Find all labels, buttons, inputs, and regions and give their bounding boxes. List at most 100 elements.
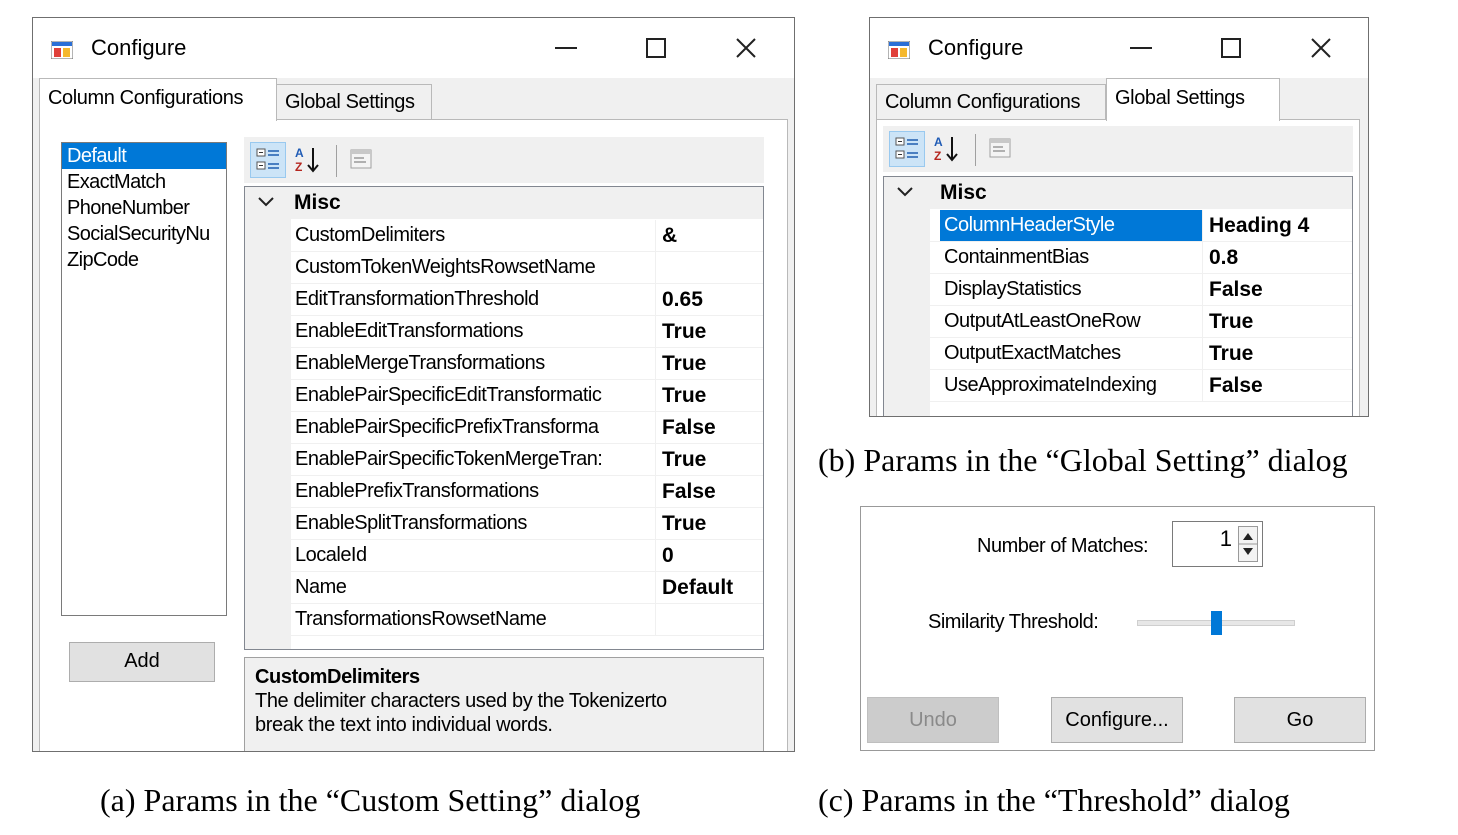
configure-button[interactable]: Configure... bbox=[1051, 697, 1183, 743]
maximize-icon[interactable] bbox=[1211, 30, 1251, 66]
property-value[interactable]: False bbox=[1202, 274, 1352, 305]
property-row[interactable]: OutputExactMatches True bbox=[884, 338, 1352, 370]
property-value[interactable]: True bbox=[1202, 338, 1352, 369]
list-item[interactable]: PhoneNumber bbox=[62, 195, 226, 221]
property-row[interactable]: ContainmentBias 0.8 bbox=[884, 242, 1352, 274]
tab-content: A Z Misc ColumnHeaderStyle Heading 4Cont… bbox=[876, 119, 1360, 416]
chevron-down-icon[interactable] bbox=[257, 195, 275, 209]
add-button[interactable]: Add bbox=[69, 642, 215, 682]
property-value[interactable]: True bbox=[655, 348, 763, 379]
list-item[interactable]: ExactMatch bbox=[62, 169, 226, 195]
property-grid[interactable]: Misc CustomDelimiters & CustomTokenWeights… bbox=[244, 186, 764, 650]
property-row[interactable]: Name Default bbox=[245, 572, 763, 604]
property-value[interactable]: True bbox=[655, 508, 763, 539]
property-row[interactable]: EnablePrefixTransformations False bbox=[245, 476, 763, 508]
property-name[interactable]: EditTransformationThreshold bbox=[291, 284, 655, 315]
property-value[interactable] bbox=[655, 604, 763, 635]
property-value[interactable]: 0.8 bbox=[1202, 242, 1352, 273]
property-name[interactable]: EnablePrefixTransformations bbox=[291, 476, 655, 507]
property-pages-icon[interactable] bbox=[344, 142, 380, 178]
svg-text:A: A bbox=[295, 146, 304, 160]
slider-thumb[interactable] bbox=[1211, 611, 1222, 635]
property-row[interactable]: EnableSplitTransformations True bbox=[245, 508, 763, 540]
property-row[interactable]: TransformationsRowsetName bbox=[245, 604, 763, 636]
property-name[interactable]: ColumnHeaderStyle bbox=[940, 210, 1202, 241]
property-value[interactable]: Heading 4 bbox=[1202, 210, 1352, 241]
spin-arrows-icon[interactable] bbox=[1238, 526, 1258, 562]
property-row[interactable]: UseApproximateIndexing False bbox=[884, 370, 1352, 402]
tab-global-settings[interactable]: Global Settings bbox=[276, 84, 432, 120]
property-value[interactable]: 0.65 bbox=[655, 284, 763, 315]
property-name[interactable]: OutputExactMatches bbox=[940, 338, 1202, 369]
property-name[interactable]: TransformationsRowsetName bbox=[291, 604, 655, 635]
property-name[interactable]: CustomDelimiters bbox=[291, 220, 655, 251]
property-row[interactable]: EnablePairSpecificEditTransformatic True bbox=[245, 380, 763, 412]
property-name[interactable]: UseApproximateIndexing bbox=[940, 370, 1202, 401]
property-grid[interactable]: Misc ColumnHeaderStyle Heading 4 Containme… bbox=[883, 176, 1353, 416]
number-of-matches-stepper[interactable]: 1 bbox=[1172, 521, 1263, 567]
property-value[interactable]: 0 bbox=[655, 540, 763, 571]
property-pages-icon[interactable] bbox=[983, 131, 1019, 167]
configure-dialog-b: Configure Column Configurations Global S… bbox=[869, 17, 1369, 417]
property-name[interactable]: Name bbox=[291, 572, 655, 603]
property-row[interactable]: EnableMergeTransformations True bbox=[245, 348, 763, 380]
property-row[interactable]: ColumnHeaderStyle Heading 4 bbox=[884, 210, 1352, 242]
property-row[interactable]: CustomDelimiters & bbox=[245, 220, 763, 252]
property-name[interactable]: EnableEditTransformations bbox=[291, 316, 655, 347]
property-name[interactable]: CustomTokenWeightsRowsetName bbox=[291, 252, 655, 283]
column-config-list[interactable]: Default ExactMatch PhoneNumber SocialSec… bbox=[61, 142, 227, 616]
maximize-icon[interactable] bbox=[636, 30, 676, 66]
property-name[interactable]: EnablePairSpecificPrefixTransforma bbox=[291, 412, 655, 443]
property-value[interactable]: & bbox=[655, 220, 763, 251]
tab-column-configurations[interactable]: Column Configurations bbox=[39, 78, 277, 121]
property-row[interactable]: EnablePairSpecificTokenMergeTran: True bbox=[245, 444, 763, 476]
window-title: Configure bbox=[928, 35, 1024, 60]
tab-column-configurations[interactable]: Column Configurations bbox=[876, 84, 1106, 120]
undo-button[interactable]: Undo bbox=[867, 697, 999, 743]
chevron-down-icon[interactable] bbox=[896, 185, 914, 199]
close-icon[interactable] bbox=[726, 30, 766, 66]
property-row[interactable]: EnablePairSpecificPrefixTransforma False bbox=[245, 412, 763, 444]
go-button[interactable]: Go bbox=[1234, 697, 1366, 743]
property-row[interactable]: OutputAtLeastOneRow True bbox=[884, 306, 1352, 338]
app-icon bbox=[51, 41, 73, 59]
list-item[interactable]: SocialSecurityNu bbox=[62, 221, 226, 247]
list-item[interactable]: ZipCode bbox=[62, 247, 226, 273]
alphabetical-icon[interactable]: A Z bbox=[929, 131, 965, 167]
app-icon bbox=[888, 41, 910, 59]
help-description: break the text into individual words. bbox=[255, 714, 553, 736]
property-value[interactable]: True bbox=[655, 316, 763, 347]
property-value[interactable]: Default bbox=[655, 572, 763, 603]
property-value[interactable]: False bbox=[655, 476, 763, 507]
minimize-icon[interactable] bbox=[1121, 30, 1161, 66]
property-name[interactable]: OutputAtLeastOneRow bbox=[940, 306, 1202, 337]
property-name[interactable]: EnableMergeTransformations bbox=[291, 348, 655, 379]
property-name[interactable]: DisplayStatistics bbox=[940, 274, 1202, 305]
title-bar: Configure bbox=[870, 18, 1368, 78]
tab-content: Default ExactMatch PhoneNumber SocialSec… bbox=[39, 119, 788, 751]
property-value[interactable] bbox=[655, 252, 763, 283]
property-row[interactable]: LocaleId 0 bbox=[245, 540, 763, 572]
property-value[interactable]: False bbox=[1202, 370, 1352, 401]
property-value[interactable]: True bbox=[1202, 306, 1352, 337]
property-value[interactable]: True bbox=[655, 380, 763, 411]
property-name[interactable]: EnablePairSpecificEditTransformatic bbox=[291, 380, 655, 411]
property-name[interactable]: LocaleId bbox=[291, 540, 655, 571]
list-item[interactable]: Default bbox=[62, 143, 226, 169]
property-value[interactable]: False bbox=[655, 412, 763, 443]
minimize-icon[interactable] bbox=[546, 30, 586, 66]
property-name[interactable]: ContainmentBias bbox=[940, 242, 1202, 273]
categorized-icon[interactable] bbox=[889, 131, 925, 167]
property-row[interactable]: EditTransformationThreshold 0.65 bbox=[245, 284, 763, 316]
tab-global-settings[interactable]: Global Settings bbox=[1106, 78, 1280, 121]
help-title: CustomDelimiters bbox=[255, 666, 420, 688]
close-icon[interactable] bbox=[1301, 30, 1341, 66]
categorized-icon[interactable] bbox=[250, 142, 286, 178]
property-row[interactable]: DisplayStatistics False bbox=[884, 274, 1352, 306]
property-value[interactable]: True bbox=[655, 444, 763, 475]
property-name[interactable]: EnableSplitTransformations bbox=[291, 508, 655, 539]
property-name[interactable]: EnablePairSpecificTokenMergeTran: bbox=[291, 444, 655, 475]
alphabetical-icon[interactable]: A Z bbox=[290, 142, 326, 178]
property-row[interactable]: EnableEditTransformations True bbox=[245, 316, 763, 348]
property-row[interactable]: CustomTokenWeightsRowsetName bbox=[245, 252, 763, 284]
